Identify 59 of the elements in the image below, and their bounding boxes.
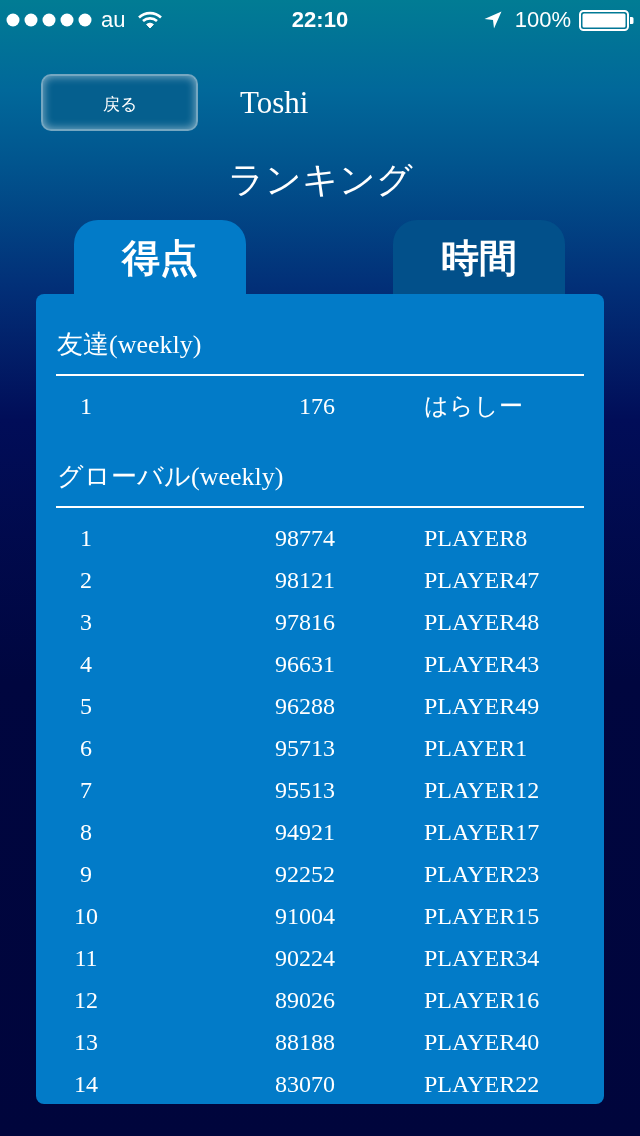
- section-title: グローバル(weekly): [56, 461, 285, 493]
- battery-percent: 100%: [514, 9, 571, 31]
- player-name-cell: PLAYER17: [424, 820, 540, 844]
- player-name-cell: PLAYER8: [424, 526, 528, 550]
- rank-cell-text: 1: [79, 394, 93, 418]
- player-name-cell: PLAYER49: [424, 694, 540, 718]
- rank-cell-text: 4: [79, 652, 93, 676]
- player-name-cell: PLAYER47: [424, 568, 540, 592]
- section-title: 友達(weekly): [56, 329, 203, 361]
- rank-cell-text: 1: [79, 526, 93, 550]
- back-button[interactable]: 戻る: [41, 74, 198, 131]
- score-cell-text: 92252: [274, 862, 335, 886]
- player-name-cell: はらしー: [424, 394, 523, 418]
- status-time: 22:10: [291, 9, 349, 31]
- score-cell-text: 83070: [274, 1072, 335, 1096]
- score-cell-text: 98774: [274, 526, 335, 550]
- score-cell-text: 95713: [274, 736, 335, 760]
- rank-cell-text: 9: [79, 862, 93, 886]
- rank-cell-text: 3: [79, 610, 93, 634]
- rank-cell-text: 2: [79, 568, 93, 592]
- rank-cell-text: 7: [79, 778, 93, 802]
- location-arrow-icon: [483, 11, 502, 29]
- score-cell-text: 98121: [274, 568, 335, 592]
- rank-cell-text: 10: [73, 904, 99, 928]
- player-name-cell: PLAYER48: [424, 610, 540, 634]
- rank-cell-text: 6: [79, 736, 93, 760]
- player-name-cell: PLAYER23: [424, 862, 540, 886]
- rank-cell-text: 11: [73, 946, 99, 970]
- score-cell-text: 176: [298, 394, 335, 418]
- score-cell-text: 97816: [274, 610, 335, 634]
- score-cell-text: 95513: [274, 778, 335, 802]
- score-cell-text: 96288: [274, 694, 335, 718]
- score-cell-text: 91004: [274, 904, 335, 928]
- score-cell-text: 94921: [274, 820, 335, 844]
- player-name-cell: PLAYER40: [424, 1030, 540, 1054]
- score-cell-text: 90224: [274, 946, 335, 970]
- tab[interactable]: 時間: [393, 220, 565, 294]
- score-cell-text: 89026: [274, 988, 335, 1012]
- player-name-cell: PLAYER15: [424, 904, 540, 928]
- player-name-cell: PLAYER1: [424, 736, 528, 760]
- player-name-cell: PLAYER43: [424, 652, 540, 676]
- score-cell-text: 88188: [274, 1030, 335, 1054]
- rank-cell-text: 14: [73, 1072, 99, 1096]
- wifi-icon: [138, 11, 163, 29]
- score-cell-text: 96631: [274, 652, 335, 676]
- carrier-name: au: [101, 9, 126, 31]
- rank-cell-text: 5: [79, 694, 93, 718]
- page-title: ランキング: [227, 159, 413, 202]
- player-name-cell: PLAYER34: [424, 946, 540, 970]
- user-name: Toshi: [240, 87, 309, 118]
- battery-icon: [579, 9, 634, 31]
- player-name-cell: PLAYER16: [424, 988, 540, 1012]
- player-name-cell: PLAYER22: [424, 1072, 540, 1096]
- rank-cell-text: 13: [73, 1030, 99, 1054]
- rank-cell-text: 12: [73, 988, 99, 1012]
- tab[interactable]: 得点: [74, 220, 246, 294]
- rank-cell-text: 8: [79, 820, 93, 844]
- player-name-cell: PLAYER12: [424, 778, 540, 802]
- signal-strength-icon: [6, 13, 93, 27]
